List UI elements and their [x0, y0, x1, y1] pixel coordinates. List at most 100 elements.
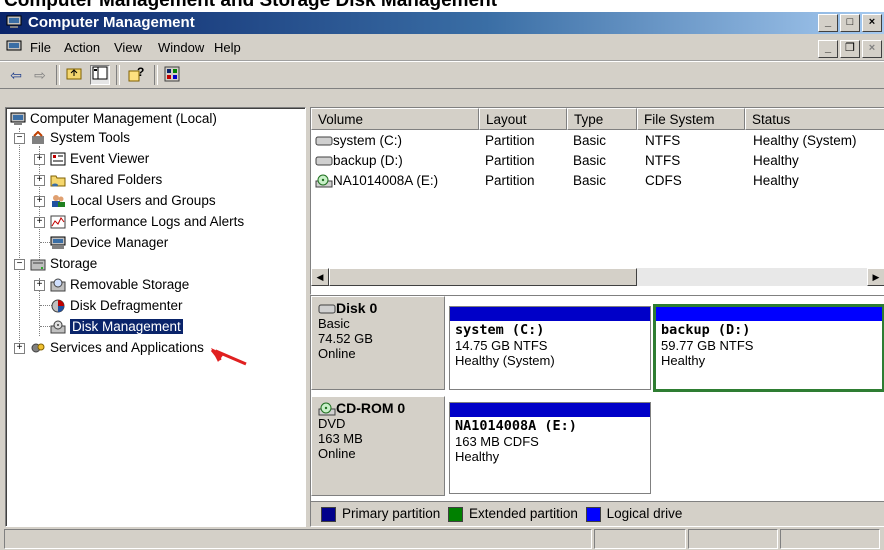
disk-name: Disk 0 [336, 300, 378, 316]
status-panel [780, 529, 880, 549]
tree-item-disk-defragmenter[interactable]: Disk Defragmenter [50, 296, 183, 315]
tree-label: Computer Management (Local) [30, 111, 217, 126]
computer-icon [10, 112, 26, 126]
menu-action[interactable]: Action [64, 40, 100, 55]
partition-status: Healthy [661, 353, 706, 368]
minimize-button[interactable]: _ [818, 14, 838, 32]
disk-size: 163 MB [318, 431, 363, 447]
layout-cell: Partition [485, 153, 535, 168]
primary-partition-swatch [321, 506, 336, 522]
status-cell: Healthy [753, 173, 799, 188]
column-header-layout[interactable]: Layout [479, 108, 567, 130]
svg-text:?: ? [137, 65, 144, 79]
scroll-right-button[interactable]: ▶ [867, 268, 884, 286]
disk-0-info[interactable]: Disk 0 Basic 74.52 GB Online [311, 296, 445, 390]
partition-name: NA1014008A (E:) [455, 418, 577, 434]
extended-partition-swatch [448, 506, 464, 522]
tree-label: Device Manager [70, 235, 169, 250]
tree-item-performance-logs-and-alerts[interactable]: Performance Logs and Alerts [50, 212, 244, 231]
properties-icon[interactable] [162, 65, 182, 85]
partition-cdrom-e[interactable]: NA1014008A (E:) 163 MB CDFS Healthy [449, 402, 651, 494]
primary-partition-bar [450, 307, 650, 321]
tree-label: Storage [50, 256, 98, 271]
menu-view[interactable]: View [114, 40, 142, 55]
event-viewer-icon [50, 152, 66, 166]
scroll-thumb[interactable] [329, 268, 637, 286]
collapse-system-tools-button[interactable]: − [14, 133, 25, 144]
show-hide-tree-icon[interactable] [90, 65, 110, 85]
legend-label: Primary partition [342, 506, 441, 521]
column-header-file-system[interactable]: File System [637, 108, 745, 130]
up-icon[interactable] [64, 65, 84, 85]
performance-icon [50, 215, 66, 229]
tree-item-computer-management[interactable]: Computer Management (Local) [10, 109, 217, 128]
computer-management-window: Computer Management _ □ × File Action View… [0, 12, 884, 550]
tree-item-event-viewer[interactable]: Event Viewer [50, 149, 149, 168]
volume-name: system (C:) [333, 133, 402, 148]
disk-name: CD-ROM 0 [336, 400, 406, 416]
forward-icon[interactable]: ⇨ [30, 65, 50, 85]
partition-system-c[interactable]: system (C:) 14.75 GB NTFS Healthy (Syste… [449, 306, 651, 390]
volume-name: NA1014008A (E:) [333, 173, 439, 188]
partition-name: backup (D:) [661, 322, 751, 338]
console-tree[interactable]: Computer Management (Local) − System Too… [5, 107, 306, 527]
mdi-child-icon[interactable] [6, 40, 22, 54]
child-close-button[interactable]: × [862, 40, 882, 58]
tree-item-system-tools[interactable]: System Tools [30, 128, 130, 147]
tree-item-storage[interactable]: Storage [30, 254, 97, 273]
expand-services-button[interactable]: + [14, 343, 25, 354]
tree-item-device-manager[interactable]: Device Manager [50, 233, 168, 252]
expand-removable-storage-button[interactable]: + [34, 280, 45, 291]
tree-label: Disk Defragmenter [70, 298, 183, 313]
help-icon[interactable]: ? [126, 65, 146, 85]
collapse-storage-button[interactable]: − [14, 259, 25, 270]
tree-item-removable-storage[interactable]: Removable Storage [50, 275, 189, 294]
tree-item-local-users-and-groups[interactable]: Local Users and Groups [50, 191, 216, 210]
horizontal-scrollbar[interactable]: ◀ ▶ [311, 268, 884, 286]
expand-performance-logs-button[interactable]: + [34, 217, 45, 228]
logical-drive-swatch [585, 506, 601, 522]
status-bar [0, 528, 884, 550]
disk-graphical-view[interactable]: Disk 0 Basic 74.52 GB Online system (C:)… [310, 295, 884, 527]
removable-storage-icon [50, 278, 66, 292]
tree-label: Services and Applications [50, 340, 204, 355]
volume-cell: system (C:) [315, 131, 402, 151]
column-header-volume[interactable]: Volume [311, 108, 479, 130]
menu-window[interactable]: Window [158, 40, 204, 55]
expand-shared-folders-button[interactable]: + [34, 175, 45, 186]
type-cell: Basic [573, 153, 607, 168]
column-header-status[interactable]: Status [745, 108, 884, 130]
expand-event-viewer-button[interactable]: + [34, 154, 45, 165]
cdrom-0-info[interactable]: CD-ROM 0 DVD 163 MB Online [311, 396, 445, 496]
status-panel [4, 529, 592, 549]
primary-partition-bar [450, 403, 650, 417]
tree-item-services-and-applications[interactable]: Services and Applications [30, 338, 204, 357]
partition-bar [656, 307, 882, 321]
tree-label: Shared Folders [70, 172, 163, 187]
expand-local-users-button[interactable]: + [34, 196, 45, 207]
menu-file[interactable]: File [30, 40, 51, 55]
maximize-button[interactable]: □ [840, 14, 860, 32]
partition-backup-d[interactable]: backup (D:) 59.77 GB NTFS Healthy [653, 304, 884, 392]
scroll-left-button[interactable]: ◀ [311, 268, 329, 286]
tree-item-shared-folders[interactable]: Shared Folders [50, 170, 162, 189]
status-panel [688, 529, 778, 549]
drive-icon [315, 136, 333, 146]
status-cell: Healthy [753, 153, 799, 168]
disk-state: Online [318, 346, 356, 361]
disk-title: Disk 0 [318, 301, 438, 316]
menu-help[interactable]: Help [214, 40, 241, 55]
tree-item-disk-management[interactable]: Disk Management [50, 317, 183, 336]
child-minimize-button[interactable]: _ [818, 40, 838, 58]
type-cell: Basic [573, 173, 607, 188]
cdrom-icon [315, 174, 333, 188]
column-header-type[interactable]: Type [567, 108, 637, 130]
close-button[interactable]: × [862, 14, 882, 32]
title-bar[interactable]: Computer Management _ □ × [0, 12, 884, 34]
defrag-icon [51, 299, 65, 313]
legend-label: Logical drive [606, 506, 683, 521]
back-icon[interactable]: ⇦ [6, 65, 26, 85]
volume-list[interactable]: Volume Layout Type File System Status sy… [310, 107, 884, 295]
child-restore-button[interactable]: ❐ [840, 40, 860, 58]
filesystem-cell: NTFS [645, 133, 681, 148]
